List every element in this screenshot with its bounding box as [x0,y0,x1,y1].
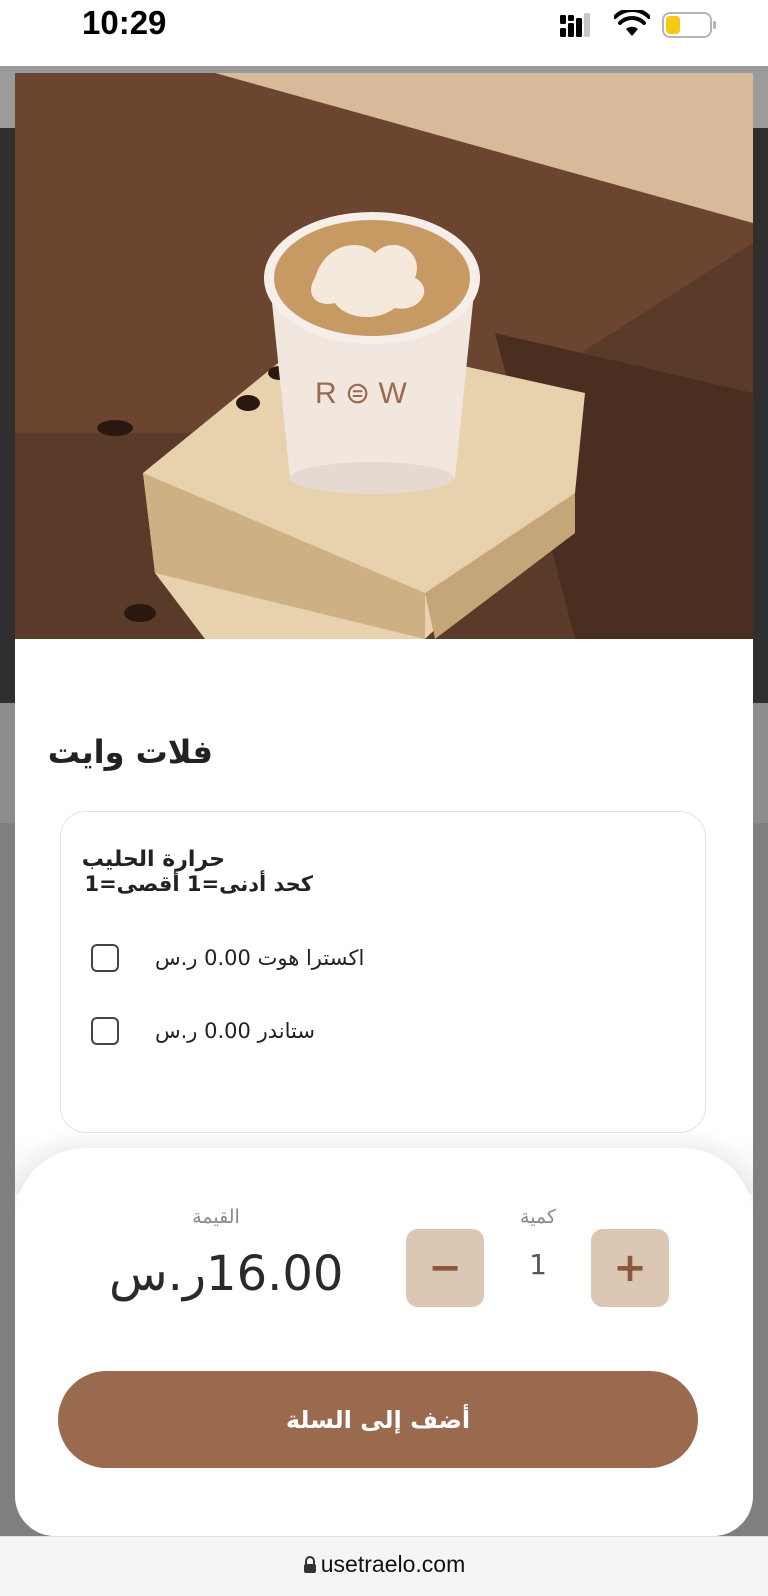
price-caption: القيمة [192,1206,240,1228]
signal-icon [560,13,590,37]
option-group-rule: كحد أدنى=1 أقصى=1 [84,872,313,896]
option-extra-hot[interactable]: اكسترا هوت 0.00 ر.س [91,942,651,976]
status-bar: 10:29 [0,0,768,66]
browser-url-bar[interactable]: usetraelo.com [0,1536,768,1596]
option-label: اكسترا هوت 0.00 ر.س [155,946,365,970]
svg-text:R ⊜ W: R ⊜ W [315,377,407,410]
decrease-quantity-button[interactable]: − [406,1229,484,1307]
quantity-caption: كمية [520,1206,556,1228]
quantity-value: 1 [529,1248,547,1281]
add-to-cart-label: أضف إلى السلة [285,1405,471,1434]
milk-temperature-options: حرارة الحليب كحد أدنى=1 أقصى=1 اكسترا هو… [60,811,706,1133]
checkbox-extra-hot[interactable] [91,944,119,972]
battery-icon [662,12,716,38]
status-time: 10:29 [82,4,167,41]
increase-quantity-button[interactable]: + [591,1229,669,1307]
minus-icon: − [428,1245,462,1291]
order-panel: القيمة 16.00ر.س كمية − 1 + أضف إلى السلة [15,1148,753,1536]
checkbox-standard[interactable] [91,1017,119,1045]
product-title: فلات وايت [47,733,213,771]
wifi-icon [614,10,650,36]
product-sheet: R ⊜ W فلات وايت حرارة الحليب كحد أدنى=1 … [15,73,753,1536]
option-group-title: حرارة الحليب [81,847,225,872]
price-value: 16.00ر.س [109,1246,344,1302]
add-to-cart-button[interactable]: أضف إلى السلة [58,1371,698,1468]
option-standard[interactable]: ستاندر 0.00 ر.س [91,1015,651,1049]
url-text: usetraelo.com [320,1551,466,1577]
lock-icon [303,1556,316,1573]
option-label: ستاندر 0.00 ر.س [155,1019,315,1043]
product-photo: R ⊜ W [15,73,753,639]
plus-icon: + [613,1245,647,1291]
